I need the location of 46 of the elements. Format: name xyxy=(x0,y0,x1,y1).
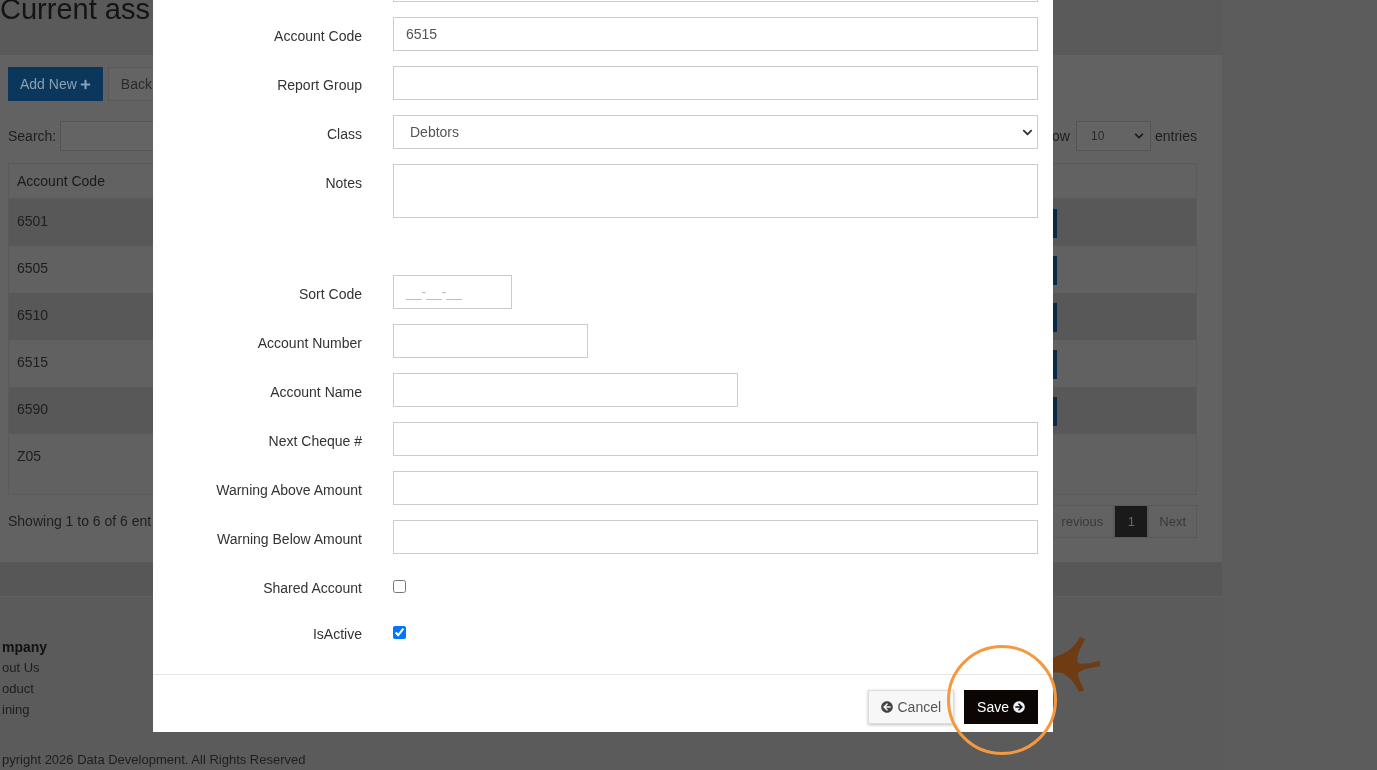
table-cell-text: 6590 xyxy=(17,400,49,419)
plus-icon xyxy=(79,78,91,90)
field-label: Next Cheque # xyxy=(268,433,362,449)
entries-label: entries xyxy=(1154,126,1197,146)
table-cell-text: 6510 xyxy=(17,306,49,325)
save-button[interactable]: Save xyxy=(964,690,1038,724)
input-field[interactable] xyxy=(393,66,1038,100)
arrow-left-icon xyxy=(881,701,894,713)
textarea-field[interactable] xyxy=(393,164,1038,218)
input-field[interactable] xyxy=(393,422,1038,456)
field-label: Warning Below Amount xyxy=(217,531,362,547)
field-label: Notes xyxy=(325,175,362,191)
checkbox[interactable] xyxy=(393,625,406,639)
show-label: ow xyxy=(1052,126,1070,146)
entries-select[interactable]: 10 xyxy=(1075,121,1151,151)
input-field[interactable] xyxy=(393,373,738,407)
field-label: Class xyxy=(327,126,362,142)
field-label: Report Group xyxy=(277,77,362,93)
field-label: Account Name xyxy=(270,384,362,400)
field-label: IsActive xyxy=(313,626,362,642)
input-field[interactable]: __-__-__ xyxy=(393,275,512,309)
input-field[interactable] xyxy=(393,324,588,358)
field-label: Warning Above Amount xyxy=(216,482,362,498)
input-field[interactable] xyxy=(393,520,1038,554)
pagination-button[interactable]: 1 xyxy=(1114,505,1149,538)
column-header: Account Code xyxy=(17,171,105,191)
table-cell-text: 6515 xyxy=(17,353,49,372)
add-new-button[interactable]: Add New xyxy=(8,67,103,101)
search-label: Search: xyxy=(8,126,57,146)
table-cell-text: 6501 xyxy=(17,212,49,231)
table-cell-text: Z05 xyxy=(17,447,42,466)
field-label: Account Number xyxy=(257,335,362,351)
input-field[interactable]: 6515 xyxy=(393,17,1038,51)
table-cell-text: 6505 xyxy=(17,259,49,278)
chevron-down-icon xyxy=(1133,131,1144,141)
table-info: Showing 1 to 6 of 6 ent xyxy=(8,512,152,531)
checkbox[interactable] xyxy=(393,579,406,593)
select-field[interactable]: Debtors xyxy=(393,115,1038,149)
field-label: Shared Account xyxy=(263,580,362,596)
field-label: Account Code xyxy=(274,28,362,44)
arrow-right-icon xyxy=(1013,701,1025,713)
footer-heading: mpany xyxy=(2,638,49,657)
copyright-text: pyright 2026 Data Development. All Rights Reserved xyxy=(2,751,307,769)
input-field[interactable] xyxy=(393,471,1038,505)
field-label: Sort Code xyxy=(298,286,362,302)
cancel-button[interactable]: Cancel xyxy=(868,690,955,724)
